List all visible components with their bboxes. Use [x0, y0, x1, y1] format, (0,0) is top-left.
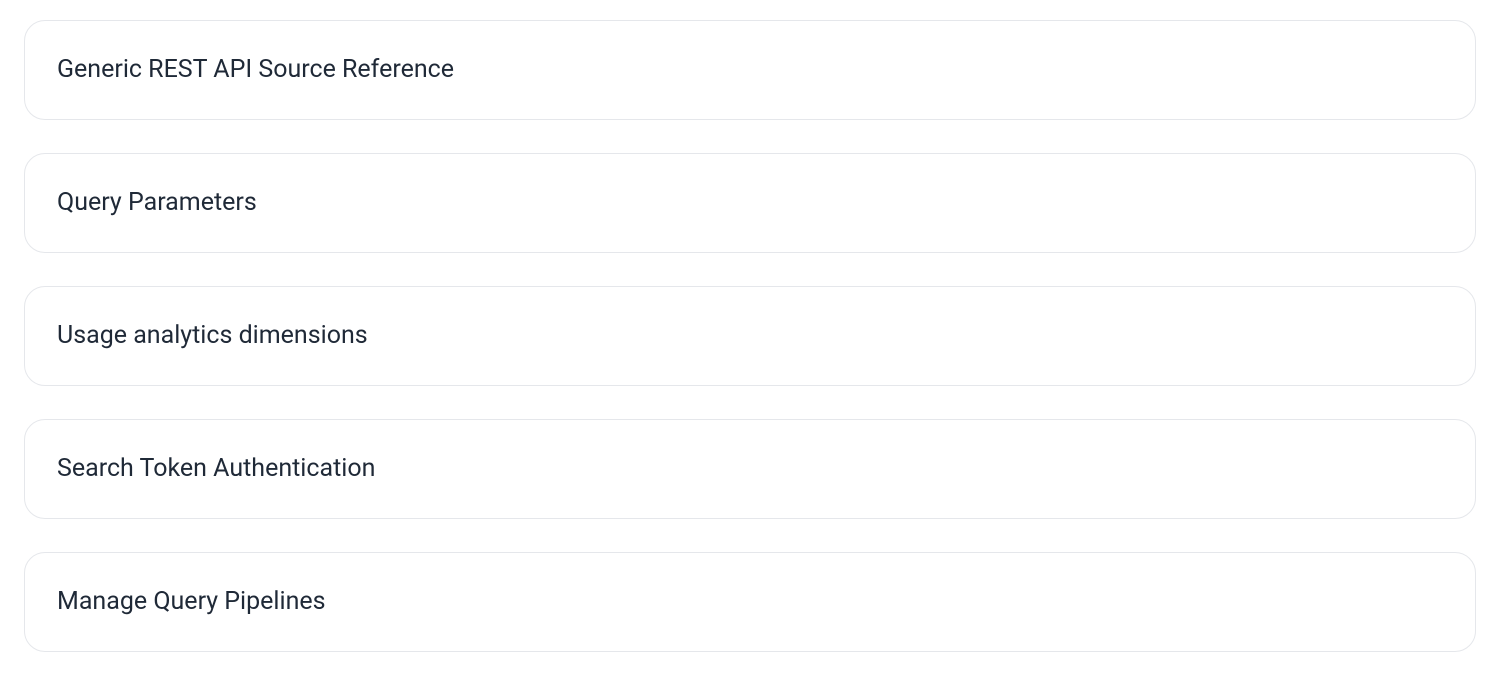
list-item-label: Query Parameters: [57, 188, 257, 217]
list-item-label: Usage analytics dimensions: [57, 321, 368, 350]
list-item[interactable]: Generic REST API Source Reference: [24, 20, 1476, 120]
list-item-label: Search Token Authentication: [57, 454, 375, 483]
documentation-link-list: Generic REST API Source Reference Query …: [24, 20, 1476, 652]
list-item[interactable]: Manage Query Pipelines: [24, 552, 1476, 652]
list-item-label: Generic REST API Source Reference: [57, 55, 454, 84]
list-item[interactable]: Search Token Authentication: [24, 419, 1476, 519]
list-item[interactable]: Usage analytics dimensions: [24, 286, 1476, 386]
list-item-label: Manage Query Pipelines: [57, 587, 326, 616]
list-item[interactable]: Query Parameters: [24, 153, 1476, 253]
